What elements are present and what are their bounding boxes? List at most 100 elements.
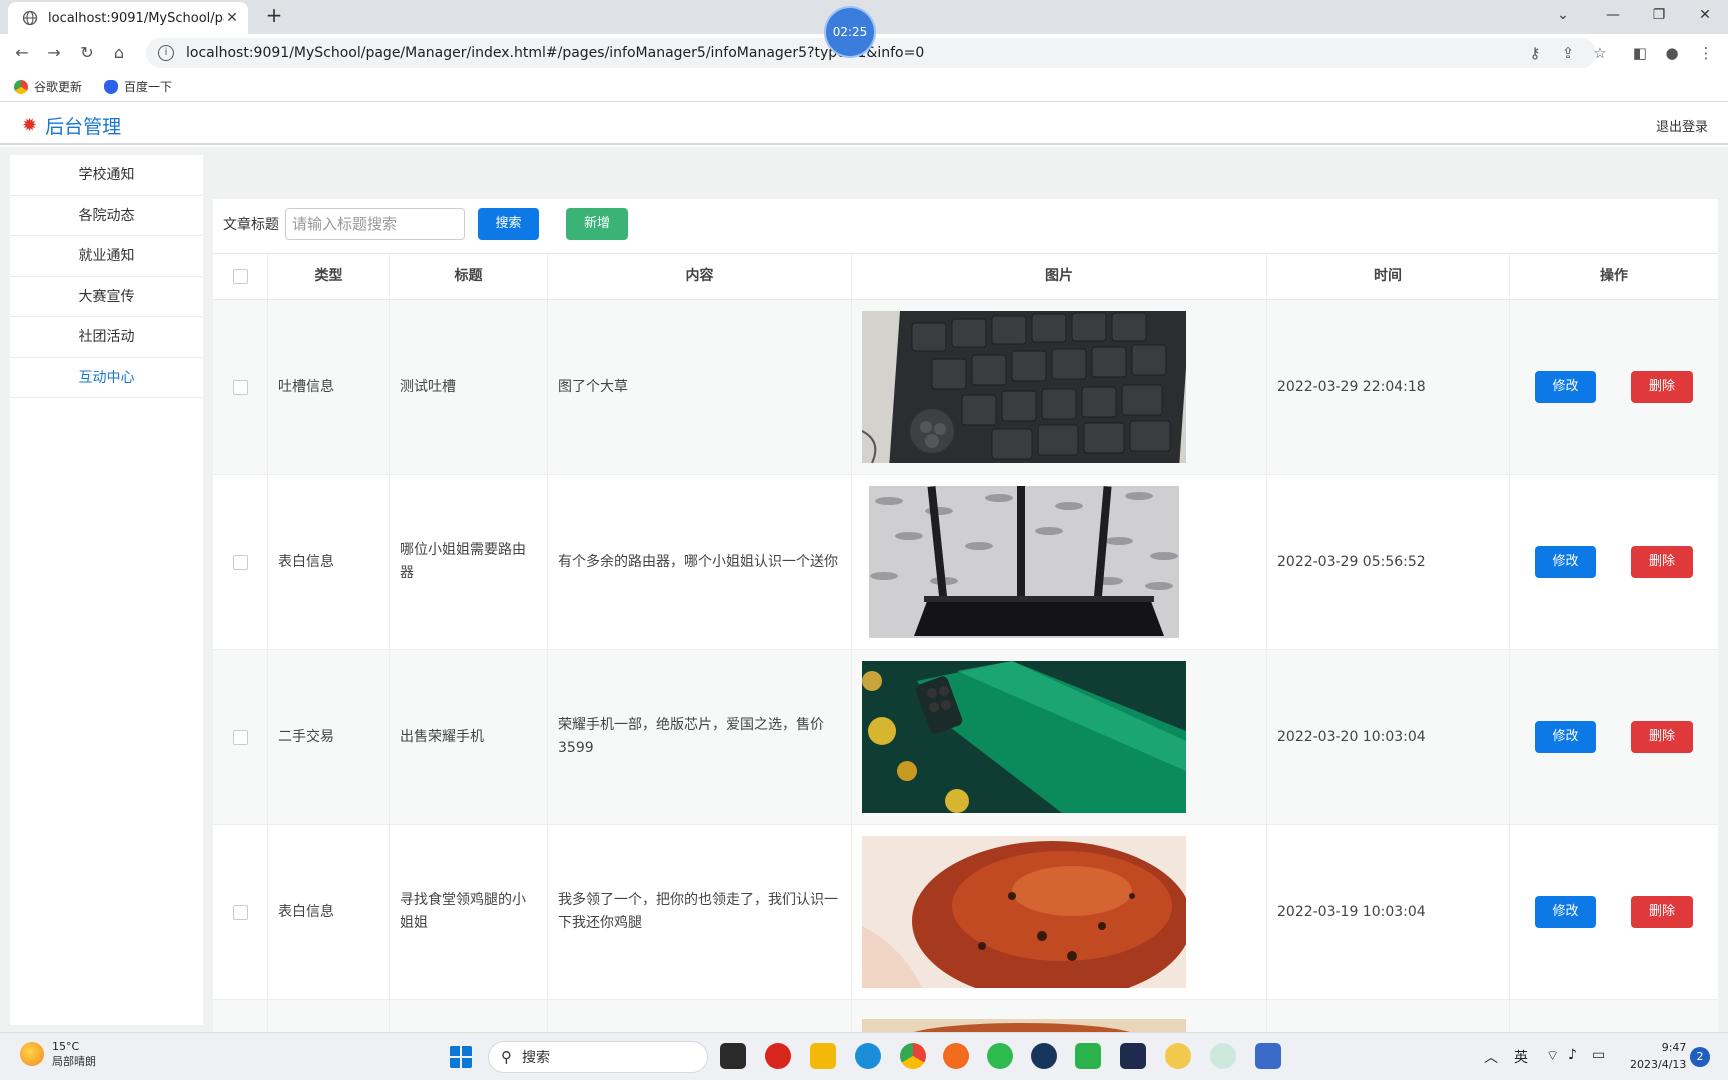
- sidebar-item-school-notice[interactable]: 学校通知: [10, 155, 203, 196]
- delete-button[interactable]: 删除: [1631, 371, 1693, 403]
- intellij-icon[interactable]: [1120, 1043, 1146, 1069]
- reload-icon[interactable]: ↻: [75, 41, 99, 65]
- row-checkbox[interactable]: [232, 729, 248, 745]
- cell-type: 表白信息: [268, 475, 390, 649]
- wifi-icon[interactable]: ⌔: [1546, 1047, 1559, 1065]
- row-checkbox[interactable]: [232, 379, 248, 395]
- table-row: 表白信息 寻找食堂领鸡腿的小姐姐 我多领了一个，把你的也领走了，我们认识一下我还…: [213, 825, 1718, 1000]
- taskbar-search[interactable]: ⚲ 搜索: [488, 1041, 708, 1073]
- browser-tab[interactable]: localhost:9091/MySchool/pag ✕: [8, 2, 248, 34]
- bookmark-label: 百度一下: [124, 80, 173, 94]
- close-window-icon[interactable]: ✕: [1682, 0, 1728, 30]
- sidebar-item-employment[interactable]: 就业通知: [10, 236, 203, 277]
- logout-link[interactable]: 退出登录: [1656, 116, 1708, 135]
- edit-button[interactable]: 修改: [1535, 546, 1596, 578]
- battery-icon[interactable]: ▭: [1592, 1047, 1605, 1063]
- netease-music-icon[interactable]: [765, 1043, 791, 1069]
- taskbar-clock[interactable]: 9:47 2023/4/13: [1630, 1039, 1686, 1073]
- cell-content: [548, 1000, 852, 1032]
- edit-button[interactable]: 修改: [1535, 896, 1596, 928]
- weather-widget[interactable]: 15°C 局部晴朗: [20, 1039, 96, 1069]
- yellow-app-icon[interactable]: [1165, 1043, 1191, 1069]
- firefox-icon[interactable]: [943, 1043, 969, 1069]
- globe-icon: [22, 10, 38, 26]
- profile-icon[interactable]: ●: [1662, 43, 1682, 63]
- cell-image: [852, 475, 1267, 649]
- sidebar-item-clubs[interactable]: 社团活动: [10, 317, 203, 358]
- content-panel: 文章标题 请输入标题搜索 搜索 新增 类型 标题 内容 图片 时间 操作 吐槽信…: [213, 199, 1718, 1032]
- green-phone-photo: [862, 661, 1186, 813]
- edge-icon[interactable]: [855, 1043, 881, 1069]
- tray-overflow-icon[interactable]: ︿: [1484, 1047, 1498, 1067]
- select-all-cell: [213, 254, 268, 299]
- share-icon[interactable]: ⇪: [1558, 43, 1578, 63]
- restore-icon[interactable]: ❐: [1636, 0, 1682, 30]
- header-type: 类型: [268, 254, 390, 299]
- select-all-checkbox[interactable]: [232, 269, 248, 284]
- baidu-paw-icon: [104, 79, 118, 94]
- search-button[interactable]: 搜索: [478, 208, 539, 240]
- edit-button[interactable]: 修改: [1535, 721, 1596, 753]
- add-button[interactable]: 新增: [566, 208, 628, 240]
- edit-button[interactable]: 修改: [1535, 371, 1596, 403]
- windows-start-icon[interactable]: [449, 1045, 473, 1069]
- table-row: 二手交易 出售荣耀手机 荣耀手机一部，绝版芯片，爱国之选，售价3599 2022…: [213, 650, 1718, 825]
- back-icon[interactable]: ←: [10, 41, 34, 65]
- gear-icon: ✹: [22, 115, 38, 136]
- recording-timer[interactable]: 02:25: [826, 8, 874, 56]
- key-icon[interactable]: ⚷: [1525, 43, 1545, 63]
- bookmark-star-icon[interactable]: ☆: [1590, 43, 1610, 63]
- clock-time: 9:47: [1661, 1041, 1687, 1054]
- weather-sun-icon: [20, 1042, 44, 1066]
- sidebar: 学校通知 各院动态 就业通知 大赛宣传 社团活动 互动中心: [10, 155, 203, 1025]
- wechat-icon[interactable]: [987, 1043, 1013, 1069]
- minimize-icon[interactable]: —: [1590, 0, 1636, 30]
- taskbar-search-label: 搜索: [522, 1050, 550, 1066]
- side-panel-icon[interactable]: ◧: [1630, 43, 1650, 63]
- cell-content: 我多领了一个，把你的也领走了，我们认识一下我还你鸡腿: [548, 825, 852, 999]
- chrome-taskbar-icon[interactable]: [900, 1043, 926, 1069]
- delete-button[interactable]: 删除: [1631, 896, 1693, 928]
- ime-indicator[interactable]: 英: [1514, 1047, 1528, 1067]
- new-tab-button[interactable]: +: [262, 4, 286, 28]
- app-header: ✹ 后台管理 退出登录: [0, 103, 1728, 145]
- cell-type: 二手交易: [268, 650, 390, 824]
- bookmark-baidu[interactable]: 百度一下: [104, 78, 172, 95]
- sidebar-item-interaction[interactable]: 互动中心: [10, 358, 203, 398]
- home-icon[interactable]: ⌂: [107, 41, 131, 65]
- delete-button[interactable]: 删除: [1631, 721, 1693, 753]
- file-explorer-icon[interactable]: [810, 1043, 836, 1069]
- close-tab-icon[interactable]: ✕: [224, 10, 240, 26]
- delete-button[interactable]: 删除: [1631, 546, 1693, 578]
- cell-time: 2022-03-20 10:03:04: [1267, 650, 1510, 824]
- sidebar-item-competition[interactable]: 大赛宣传: [10, 277, 203, 317]
- tab-search-icon[interactable]: ⌄: [1540, 0, 1586, 30]
- notepad-icon[interactable]: [1255, 1043, 1281, 1069]
- sidebar-item-college-news[interactable]: 各院动态: [10, 196, 203, 236]
- url-text[interactable]: localhost:9091/MySchool/page/Manager/ind…: [186, 45, 924, 61]
- clock-date: 2023/4/13: [1630, 1058, 1687, 1071]
- header-image: 图片: [852, 254, 1267, 299]
- menu-icon[interactable]: ⋮: [1696, 43, 1716, 63]
- router-photo: [869, 486, 1179, 638]
- notification-badge[interactable]: 2: [1690, 1047, 1710, 1067]
- hbuilder-icon[interactable]: [1075, 1043, 1101, 1069]
- header-content: 内容: [548, 254, 852, 299]
- cell-actions: 修改 删除: [1510, 300, 1718, 474]
- site-info-icon[interactable]: i: [158, 45, 174, 61]
- bookmark-google-update[interactable]: 谷歌更新: [14, 78, 82, 95]
- steam-icon[interactable]: [1031, 1043, 1057, 1069]
- row-checkbox[interactable]: [232, 904, 248, 920]
- row-checkbox[interactable]: [232, 554, 248, 570]
- cell-time: 2022-03-19 10:03:04: [1267, 825, 1510, 999]
- search-input[interactable]: 请输入标题搜索: [285, 208, 465, 240]
- search-bar: 文章标题 请输入标题搜索 搜索 新增: [213, 199, 1718, 249]
- cell-type: [268, 1000, 390, 1032]
- header-time: 时间: [1267, 254, 1510, 299]
- volume-icon[interactable]: ♪: [1568, 1047, 1577, 1063]
- app-body: 学校通知 各院动态 就业通知 大赛宣传 社团活动 互动中心 文章标题 请输入标题…: [0, 147, 1728, 1032]
- pet-app-icon[interactable]: [1210, 1043, 1236, 1069]
- forward-icon[interactable]: →: [42, 41, 66, 65]
- task-view-icon[interactable]: [720, 1043, 746, 1069]
- header-actions: 操作: [1600, 268, 1628, 284]
